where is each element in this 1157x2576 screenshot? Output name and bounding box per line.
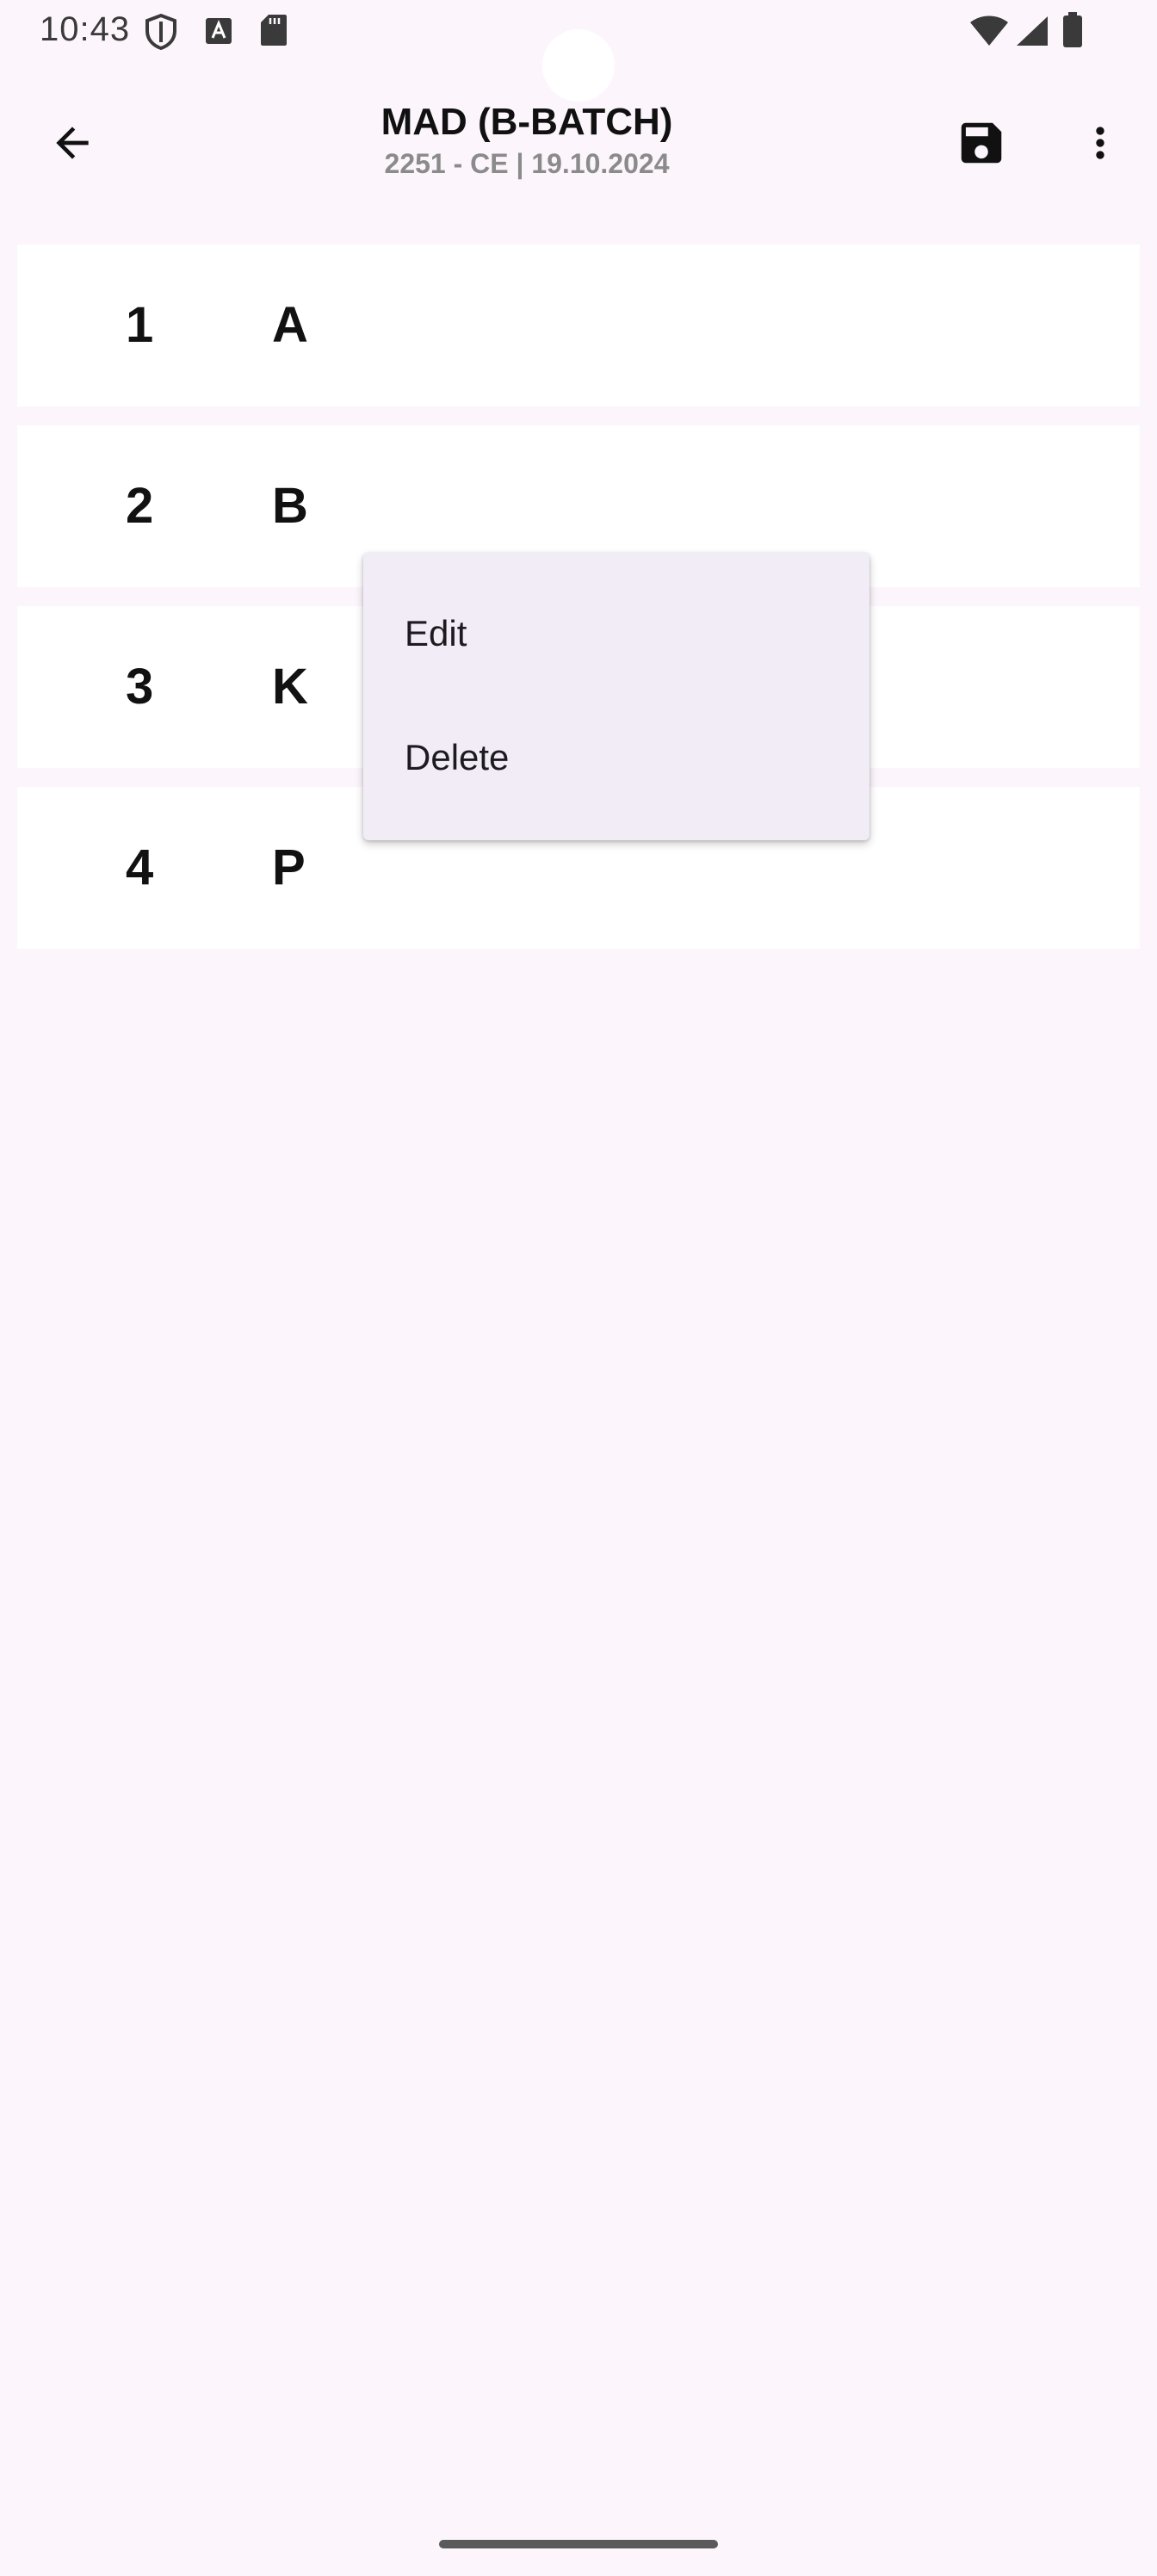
wifi-icon	[969, 15, 1009, 51]
shield-icon	[145, 13, 177, 54]
item-number: 1	[126, 297, 154, 353]
title-block: MAD (B-BATCH) 2251 - CE | 19.10.2024	[258, 98, 795, 181]
gesture-navigation-bar[interactable]	[439, 2540, 718, 2548]
signal-icon	[1016, 15, 1049, 51]
back-button[interactable]	[34, 107, 110, 183]
save-icon	[955, 116, 1008, 174]
page-title: MAD (B-BATCH)	[381, 101, 673, 143]
more-vert-icon	[1076, 119, 1124, 171]
screen: 10:43 MAD (B-BATCH) 2251 - CE | 19.10.20…	[0, 0, 1157, 2576]
font-icon	[205, 17, 232, 49]
status-time: 10:43	[40, 10, 131, 48]
item-code: K	[272, 659, 308, 715]
page-subtitle: 2251 - CE | 19.10.2024	[384, 148, 670, 179]
item-code: B	[272, 478, 308, 534]
item-code: A	[272, 297, 308, 353]
list-item[interactable]: 1 A	[17, 245, 1140, 406]
save-button[interactable]	[945, 108, 1018, 181]
context-menu: Edit Delete	[363, 553, 869, 840]
item-number: 4	[126, 839, 154, 895]
menu-item-delete[interactable]: Delete	[363, 696, 869, 820]
item-number: 2	[126, 478, 154, 534]
item-code: P	[272, 839, 306, 895]
battery-icon	[1062, 12, 1083, 53]
item-number: 3	[126, 659, 154, 715]
more-options-button[interactable]	[1064, 108, 1136, 181]
sd-card-icon	[260, 14, 288, 51]
menu-item-edit[interactable]: Edit	[363, 572, 869, 696]
back-arrow-icon	[48, 119, 96, 171]
app-bar: MAD (B-BATCH) 2251 - CE | 19.10.2024	[0, 86, 1157, 207]
